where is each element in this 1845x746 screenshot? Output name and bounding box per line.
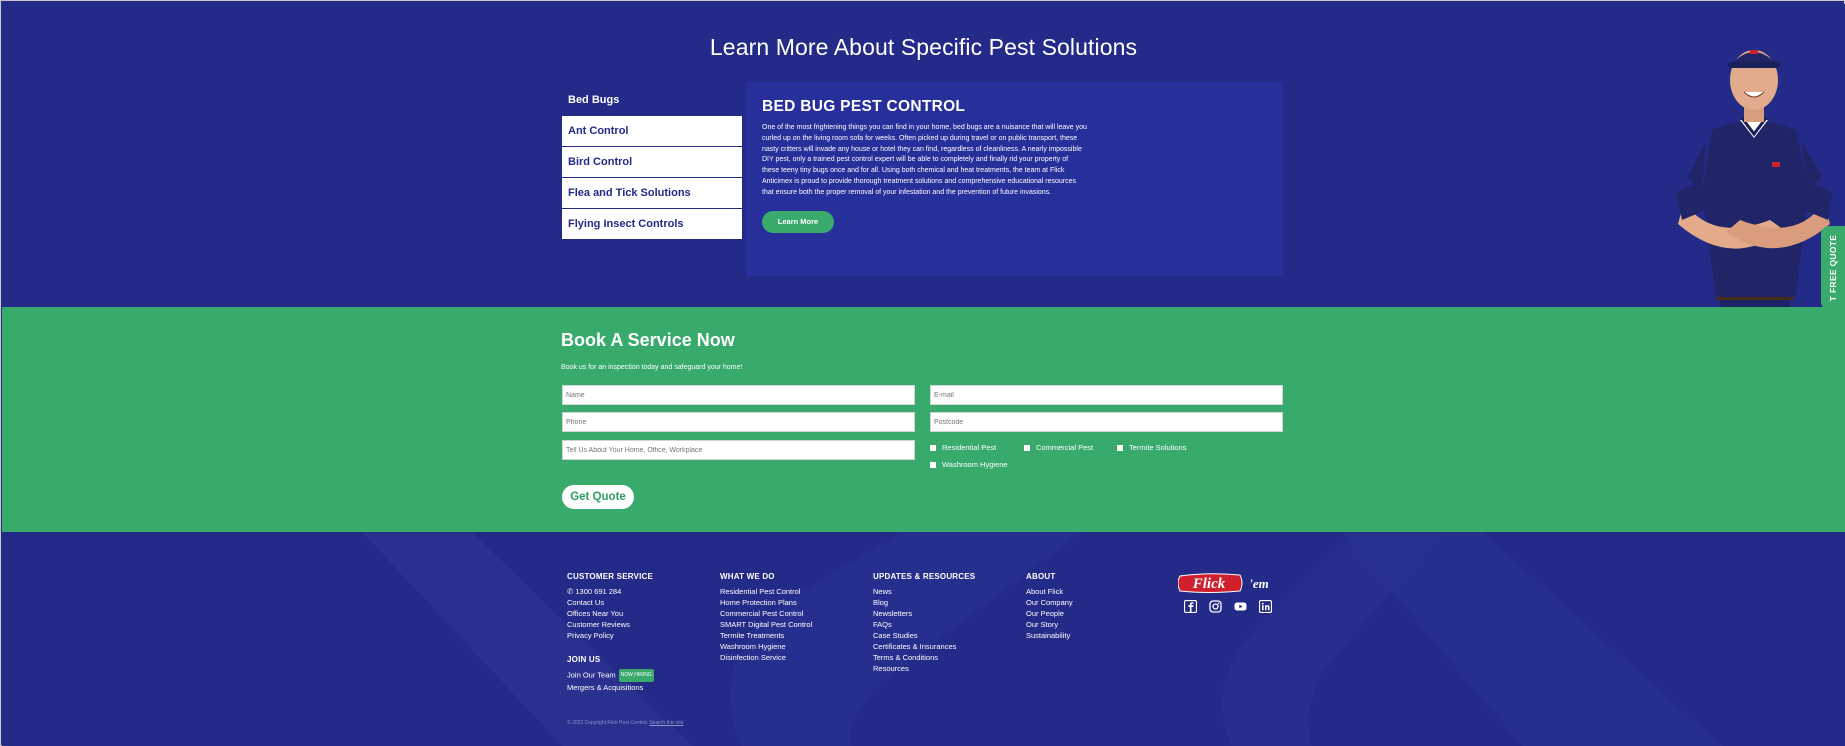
footer-link[interactable]: Home Protection Plans	[720, 597, 812, 608]
footer-link[interactable]: Case Studies	[873, 630, 975, 641]
solution-tabs: Bed Bugs Ant Control Bird Control Flea a…	[562, 84, 742, 240]
footer-link[interactable]: Newsletters	[873, 608, 975, 619]
footer-link[interactable]: News	[873, 586, 975, 597]
footer-link[interactable]: Residential Pest Control	[720, 586, 812, 597]
residential-pest-checkbox[interactable]: Residential Pest	[930, 443, 996, 452]
copyright-text: © 2023 Copyright Flick Pest Control. Sea…	[567, 720, 684, 726]
get-quote-button[interactable]: Get Quote	[562, 485, 634, 509]
technician-image	[1676, 50, 1832, 307]
commercial-pest-checkbox[interactable]: Commercial Pest	[1024, 443, 1093, 452]
checkbox-label: Termite Solutions	[1129, 443, 1187, 452]
page-frame: Learn More About Specific Pest Solutions…	[0, 0, 1845, 746]
pest-solutions-section: Learn More About Specific Pest Solutions…	[2, 4, 1845, 307]
checkbox-label: Washroom Hygiene	[942, 460, 1008, 469]
book-subtitle: Book us for an inspection today and safe…	[561, 364, 743, 371]
footer-link[interactable]: SMART Digital Pest Control	[720, 619, 812, 630]
footer-link[interactable]: Resources	[873, 663, 975, 674]
reviews-link[interactable]: Customer Reviews	[567, 619, 654, 630]
mergers-link[interactable]: Mergers & Acquisitions	[567, 682, 654, 693]
column-heading: ABOUT	[1026, 572, 1056, 581]
tab-bird-control[interactable]: Bird Control	[562, 147, 742, 178]
tab-flying-insect[interactable]: Flying Insect Controls	[562, 209, 742, 240]
name-field[interactable]	[562, 385, 915, 405]
column-heading: WHAT WE DO	[720, 572, 775, 581]
hiring-badge: NOW HIRING	[618, 669, 654, 682]
logo-text: Flick	[1192, 576, 1226, 592]
termite-solutions-checkbox[interactable]: Termite Solutions	[1117, 443, 1187, 452]
free-quote-label: T FREE QUOTE	[1828, 234, 1839, 302]
book-title: Book A Service Now	[561, 330, 735, 350]
learn-more-button[interactable]: Learn More	[762, 210, 834, 233]
message-field[interactable]	[562, 440, 915, 460]
checkbox-box	[1117, 444, 1123, 451]
footer-link[interactable]: Certificates & Insurances	[873, 641, 975, 652]
panel-heading: BED BUG PEST CONTROL	[762, 98, 966, 115]
washroom-hygiene-checkbox[interactable]: Washroom Hygiene	[930, 460, 1008, 469]
phone-number: 1300 691 284	[575, 587, 622, 596]
footer-link[interactable]: Our Company	[1026, 597, 1073, 608]
flick-logo[interactable]: Flick 'em	[1178, 572, 1278, 594]
linkedin-icon[interactable]	[1259, 600, 1272, 613]
youtube-icon[interactable]	[1234, 600, 1247, 613]
join-team-label: Join Our Team	[567, 670, 616, 680]
offices-link[interactable]: Offices Near You	[567, 608, 654, 619]
privacy-link[interactable]: Privacy Policy	[567, 630, 654, 641]
contact-us-link[interactable]: Contact Us	[567, 597, 654, 608]
postcode-field[interactable]	[930, 412, 1283, 432]
footer-link[interactable]: Blog	[873, 597, 975, 608]
tab-flea-and-tick[interactable]: Flea and Tick Solutions	[562, 178, 742, 209]
footer-link[interactable]: Sustainability	[1026, 630, 1073, 641]
customer-service-column: CUSTOMER SERVICE ✆ 1300 691 284 Contact …	[567, 572, 654, 693]
footer-link[interactable]: Disinfection Service	[720, 652, 812, 663]
footer-link[interactable]: Terms & Conditions	[873, 652, 975, 663]
email-field[interactable]	[930, 385, 1283, 405]
footer-link[interactable]: FAQs	[873, 619, 975, 630]
logo-tagline: 'em	[1249, 576, 1269, 591]
join-team-link[interactable]: Join Our Team NOW HIRING	[567, 669, 654, 682]
solution-panel: BED BUG PEST CONTROL One of the most fri…	[746, 82, 1283, 276]
column-heading: JOIN US	[567, 655, 601, 664]
instagram-icon[interactable]	[1209, 600, 1222, 613]
search-site-link[interactable]: Search this site	[649, 720, 683, 726]
checkbox-label: Commercial Pest	[1036, 443, 1094, 452]
phone-link[interactable]: ✆ 1300 691 284	[567, 586, 654, 597]
social-links	[1184, 600, 1272, 613]
footer-link[interactable]: Our Story	[1026, 619, 1073, 630]
footer-link[interactable]: Washroom Hygiene	[720, 641, 812, 652]
checkbox-box	[930, 461, 936, 468]
tab-ant-control[interactable]: Ant Control	[562, 116, 742, 147]
footer-link[interactable]: About Flick	[1026, 586, 1073, 597]
facebook-icon[interactable]	[1184, 600, 1197, 613]
what-we-do-column: WHAT WE DO Residential Pest Control Home…	[720, 572, 812, 663]
phone-field[interactable]	[562, 412, 915, 432]
book-service-section: Book A Service Now Book us for an inspec…	[2, 307, 1845, 532]
panel-body: One of the most frightening things you c…	[762, 124, 1087, 196]
footer-link[interactable]: Our People	[1026, 608, 1073, 619]
about-column: ABOUT About Flick Our Company Our People…	[1026, 572, 1073, 641]
section-title: Learn More About Specific Pest Solutions	[709, 34, 1138, 60]
free-quote-tab[interactable]: T FREE QUOTE	[1821, 226, 1845, 307]
site-footer: CUSTOMER SERVICE ✆ 1300 691 284 Contact …	[2, 532, 1845, 746]
updates-column: UPDATES & RESOURCES News Blog Newsletter…	[873, 572, 975, 674]
column-heading: CUSTOMER SERVICE	[567, 572, 654, 581]
checkbox-label: Residential Pest	[942, 443, 997, 452]
column-heading: UPDATES & RESOURCES	[873, 572, 976, 581]
footer-link[interactable]: Commercial Pest Control	[720, 608, 812, 619]
footer-link[interactable]: Termite Treatments	[720, 630, 812, 641]
checkbox-box	[1024, 444, 1030, 451]
checkbox-box	[930, 444, 936, 451]
copyright-label: © 2023 Copyright Flick Pest Control.	[567, 720, 648, 726]
tab-bed-bugs[interactable]: Bed Bugs	[562, 84, 742, 116]
